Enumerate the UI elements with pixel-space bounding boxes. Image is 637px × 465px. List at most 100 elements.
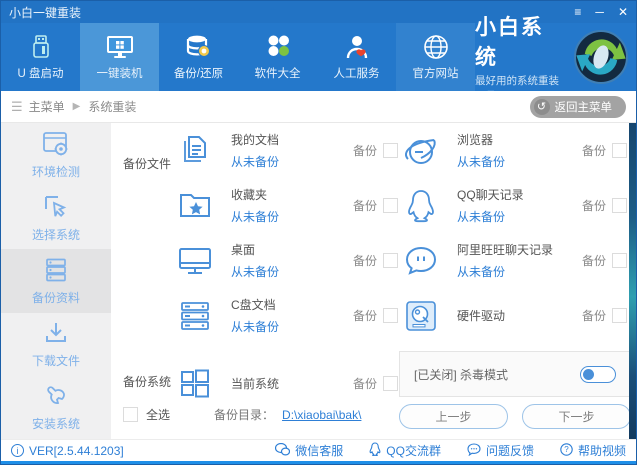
backup-checkbox-label: 备份: [352, 309, 377, 323]
backup-checkbox[interactable]: [612, 198, 627, 213]
backup-checkbox-label: 备份: [581, 254, 606, 268]
item-name: 阿里旺旺聊天记录: [457, 243, 554, 257]
item-status-link[interactable]: 从未备份: [231, 263, 353, 280]
sidebar-item-select-system[interactable]: 选择系统: [1, 186, 111, 249]
footer-link-label: 微信客服: [295, 444, 344, 458]
backup-item-current-system: 当前系统 备份: [173, 356, 398, 411]
sidebar-item-download-files[interactable]: 下载文件: [1, 313, 111, 376]
download-icon: [42, 319, 70, 347]
breadcrumb-root[interactable]: 主菜单: [29, 98, 65, 115]
backup-checkbox[interactable]: [383, 143, 398, 158]
sidebar-item-label: 备份资料: [31, 291, 80, 305]
backup-checkbox[interactable]: [383, 376, 398, 391]
backup-content-area: 备份文件 备份系统 我的文档 从未备份 备份 收藏夹 从未备份 备份 桌面 从未…: [111, 123, 631, 439]
breadcrumb-current: 系统重装: [88, 100, 137, 114]
brand-title: 小白系统: [475, 16, 544, 69]
backup-checkbox-label: 备份: [581, 309, 606, 323]
database-icon: [184, 34, 214, 60]
next-step-button[interactable]: 下一步: [522, 404, 631, 429]
backup-files-left-column: 我的文档 从未备份 备份 收藏夹 从未备份 备份 桌面 从未备份 备份 C盘文档…: [173, 123, 398, 411]
usb-drive-icon: [28, 34, 54, 60]
backup-dir-label: 备份目录：: [214, 408, 275, 422]
backup-item-hardware-driver: 硬件驱动 备份: [399, 288, 627, 343]
antivirus-toggle[interactable]: [580, 365, 616, 383]
sidebar-item-label: 下载文件: [31, 354, 80, 369]
desktop-monitor-icon: [173, 241, 217, 281]
qq-group-link[interactable]: QQ交流群: [369, 442, 441, 459]
backup-item-my-documents: 我的文档 从未备份 备份: [173, 123, 398, 178]
item-status-link[interactable]: 从未备份: [457, 208, 582, 225]
nav-one-click-install[interactable]: 一键装机: [80, 23, 159, 91]
version-info: i VER[2.5.44.1203]: [11, 444, 124, 458]
hard-drive-icon: [399, 297, 443, 335]
window-bottom-edge: [1, 461, 636, 464]
globe-icon: [423, 34, 449, 60]
backup-checkbox[interactable]: [612, 308, 627, 323]
backup-files-right-column: 浏览器 从未备份 备份 QQ聊天记录 从未备份 备份 阿里旺旺聊天记录 从未备份…: [399, 123, 627, 343]
minimize-icon[interactable]: ─: [595, 6, 604, 18]
backup-checkbox-label: 备份: [352, 377, 377, 391]
backup-checkbox[interactable]: [612, 253, 627, 268]
item-name: 硬件驱动: [457, 309, 506, 323]
wechat-support-link[interactable]: 微信客服: [275, 442, 343, 459]
help-video-link[interactable]: ? 帮助视频: [560, 442, 626, 459]
item-name: 当前系统: [231, 377, 280, 391]
footer-bar: i VER[2.5.44.1203] 微信客服 QQ交流群 问题反馈 ? 帮助视: [1, 439, 636, 461]
bottom-controls: 全选 备份目录： D:\xiaobai\bak\: [123, 406, 361, 423]
backup-dir-link[interactable]: D:\xiaobai\bak\: [282, 408, 361, 422]
item-status-link[interactable]: 从未备份: [231, 208, 353, 225]
item-status-link[interactable]: 从未备份: [231, 318, 353, 335]
nav-label: 官方网站: [412, 67, 459, 80]
content-scrollbar[interactable]: [629, 123, 636, 439]
server-stack-icon: [42, 256, 70, 284]
backup-checkbox[interactable]: [383, 253, 398, 268]
nav-usb-boot[interactable]: U 盘启动: [1, 23, 80, 91]
footer-links: 微信客服 QQ交流群 问题反馈 ? 帮助视频: [275, 442, 626, 459]
backup-checkbox[interactable]: [612, 143, 627, 158]
sidebar: 环境检测 选择系统 备份资料 下载文件 安装系统: [1, 123, 111, 439]
menu-icon[interactable]: ≡: [574, 6, 581, 18]
backup-item-qq-chat: QQ聊天记录 从未备份 备份: [399, 178, 627, 233]
qq-penguin-icon: [399, 186, 443, 226]
close-icon[interactable]: ✕: [618, 6, 628, 18]
antivirus-mode-label: [已关闭] 杀毒模式: [414, 367, 509, 382]
backup-item-aliwangwang-chat: 阿里旺旺聊天记录 从未备份 备份: [399, 233, 627, 288]
sidebar-item-env-check[interactable]: 环境检测: [1, 123, 111, 186]
select-all-label: 全选: [146, 408, 171, 422]
sidebar-item-install-system[interactable]: 安装系统: [1, 376, 111, 439]
feedback-link[interactable]: 问题反馈: [467, 442, 534, 459]
back-arrow-icon: ↺: [533, 98, 550, 115]
svg-text:?: ?: [564, 445, 569, 454]
nav-backup-restore[interactable]: 备份/还原: [159, 23, 238, 91]
backup-checkbox-label: 备份: [352, 254, 377, 268]
footer-link-label: QQ交流群: [386, 444, 441, 458]
browser-planet-icon: [399, 131, 443, 171]
item-name: 桌面: [231, 243, 256, 257]
backup-checkbox[interactable]: [383, 308, 398, 323]
backup-checkbox[interactable]: [383, 198, 398, 213]
nav-official-site[interactable]: 官方网站: [396, 23, 475, 91]
monitor-windows-icon: [105, 34, 135, 60]
item-status-link[interactable]: 从未备份: [231, 153, 353, 170]
item-status-link[interactable]: 从未备份: [457, 153, 582, 170]
return-main-menu-button[interactable]: ↺ 返回主菜单: [529, 95, 626, 118]
window-gear-icon: [41, 130, 71, 158]
nav-software-collection[interactable]: 软件大全: [238, 23, 317, 91]
nav-label: 软件大全: [254, 67, 301, 80]
backup-item-browser: 浏览器 从未备份 备份: [399, 123, 627, 178]
prev-step-button[interactable]: 上一步: [399, 404, 508, 429]
xiaobai-logo-icon: [572, 28, 630, 86]
item-status-link[interactable]: 从未备份: [457, 263, 582, 280]
sidebar-item-label: 选择系统: [31, 227, 80, 242]
footer-link-label: 帮助视频: [577, 444, 626, 458]
sidebar-item-backup-data[interactable]: 备份资料: [1, 249, 111, 313]
nav-human-service[interactable]: 人工服务: [317, 23, 396, 91]
backup-item-favorites: 收藏夹 从未备份 备份: [173, 178, 398, 233]
sidebar-item-label: 环境检测: [31, 164, 80, 179]
info-icon: i: [11, 444, 24, 457]
window-controls: ≡ ─ ✕: [574, 6, 628, 18]
version-text: VER[2.5.44.1203]: [29, 443, 124, 458]
item-name: 浏览器: [457, 133, 494, 147]
select-all-checkbox[interactable]: [123, 407, 138, 422]
person-heart-icon: [344, 34, 370, 60]
